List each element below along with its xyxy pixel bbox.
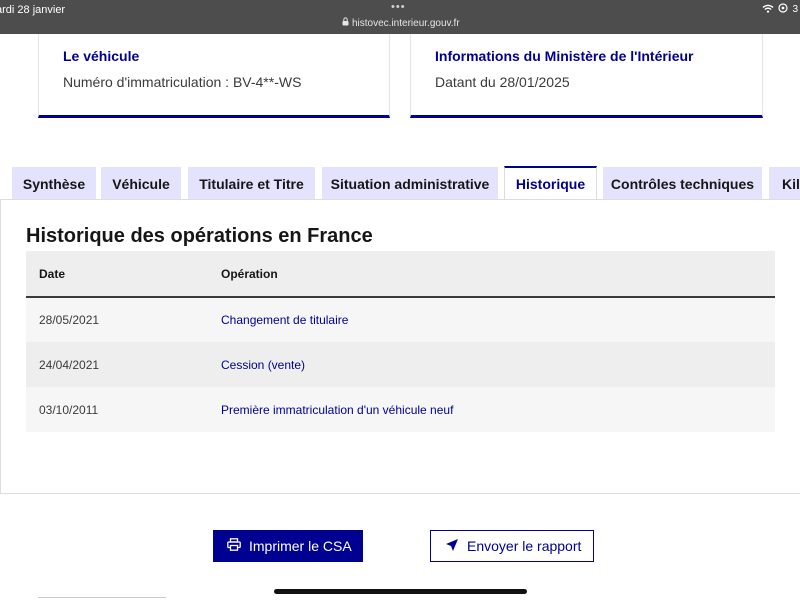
ministry-card-title: Informations du Ministère de l'Intérieur bbox=[435, 48, 694, 64]
report-tabs: Synthèse Véhicule Titulaire et Titre Sit… bbox=[0, 166, 800, 200]
more-dots-icon[interactable]: ••• bbox=[391, 1, 406, 13]
send-report-label: Envoyer le rapport bbox=[467, 538, 582, 554]
address-bar[interactable]: histovec.interieur.gouv.fr bbox=[342, 17, 460, 29]
print-csa-button[interactable]: Imprimer le CSA bbox=[213, 530, 363, 562]
wifi-icon bbox=[762, 4, 774, 16]
lock-icon bbox=[342, 17, 349, 29]
status-icons: 3 bbox=[762, 3, 798, 16]
operation-date: 24/04/2021 bbox=[26, 342, 208, 387]
print-csa-label: Imprimer le CSA bbox=[249, 538, 352, 554]
battery-percentage: 3 bbox=[792, 4, 798, 15]
history-title: Historique des opérations en France bbox=[26, 225, 373, 247]
tab-vehicule[interactable]: Véhicule bbox=[101, 167, 181, 200]
data-date: Datant du 28/01/2025 bbox=[435, 74, 570, 90]
status-date: ardi 28 janvier bbox=[0, 4, 66, 16]
tab-situation-administrative[interactable]: Situation administrative bbox=[322, 167, 498, 200]
tab-titulaire-et-titre[interactable]: Titulaire et Titre bbox=[188, 167, 315, 200]
column-header-date: Date bbox=[26, 251, 208, 298]
url-text: histovec.interieur.gouv.fr bbox=[352, 17, 460, 29]
operation-label: Cession (vente) bbox=[208, 342, 775, 387]
send-icon bbox=[445, 538, 459, 555]
send-report-button[interactable]: Envoyer le rapport bbox=[430, 530, 594, 562]
operation-label: Changement de titulaire bbox=[208, 297, 775, 342]
vehicle-card-title: Le véhicule bbox=[63, 48, 140, 64]
browser-status-bar: ardi 28 janvier ••• histovec.interieur.g… bbox=[0, 0, 800, 34]
table-row: 28/05/2021 Changement de titulaire bbox=[26, 297, 775, 342]
screen-lock-icon bbox=[778, 3, 789, 16]
tab-historique[interactable]: Historique bbox=[504, 166, 597, 200]
ministry-info-card: Informations du Ministère de l'Intérieur… bbox=[410, 34, 763, 118]
registration-number: Numéro d'immatriculation : BV-4**-WS bbox=[63, 74, 302, 90]
tab-kilometrage[interactable]: Kil bbox=[769, 167, 800, 200]
table-row: 24/04/2021 Cession (vente) bbox=[26, 342, 775, 387]
tab-synthese[interactable]: Synthèse bbox=[12, 167, 96, 200]
table-header-row: Date Opération bbox=[26, 251, 775, 298]
operation-label: Première immatriculation d'un véhicule n… bbox=[208, 387, 775, 432]
printer-icon bbox=[227, 538, 241, 554]
operation-date: 03/10/2011 bbox=[26, 387, 208, 432]
operation-date: 28/05/2021 bbox=[26, 297, 208, 342]
home-indicator[interactable] bbox=[274, 589, 527, 594]
table-row: 03/10/2011 Première immatriculation d'un… bbox=[26, 387, 775, 432]
vehicle-card: Le véhicule Numéro d'immatriculation : B… bbox=[38, 34, 390, 118]
history-panel: Historique des opérations en France Date… bbox=[0, 199, 800, 494]
divider bbox=[38, 597, 166, 598]
operations-table: Date Opération 28/05/2021 Changement de … bbox=[26, 251, 775, 432]
column-header-operation: Opération bbox=[208, 251, 775, 298]
tab-controles-techniques[interactable]: Contrôles techniques bbox=[603, 167, 762, 200]
